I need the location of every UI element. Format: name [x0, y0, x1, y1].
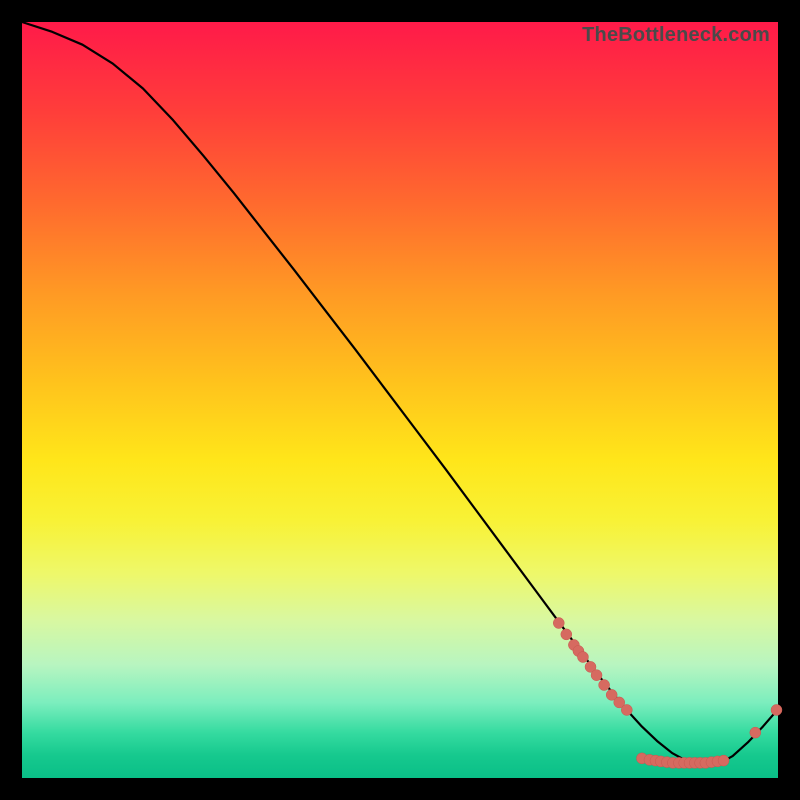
scatter-point — [621, 704, 632, 715]
scatter-point — [553, 618, 564, 629]
scatter-point — [750, 727, 761, 738]
bottleneck-curve — [22, 22, 778, 766]
scatter-point — [561, 629, 572, 640]
scatter-point — [771, 704, 782, 715]
chart-svg — [22, 22, 778, 778]
scatter-point — [718, 755, 729, 766]
scatter-point — [577, 652, 588, 663]
scatter-point — [591, 670, 602, 681]
chart-frame: TheBottleneck.com — [0, 0, 800, 800]
scatter-markers — [553, 618, 782, 769]
plot-area: TheBottleneck.com — [22, 22, 778, 778]
scatter-point — [599, 680, 610, 691]
